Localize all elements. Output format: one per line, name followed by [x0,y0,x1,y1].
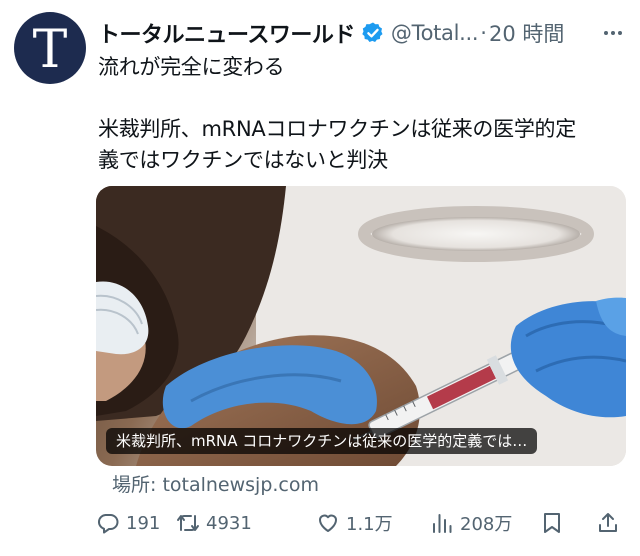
author-handle[interactable]: @Total... [391,21,479,45]
post-time[interactable]: 20 時間 [489,18,564,48]
avatar[interactable]: T [14,12,86,84]
post-text: 流れが完全に変わる [98,52,626,83]
action-bar: 191 4931 1.1万 208万 [96,506,626,540]
reply-button[interactable]: 191 [96,506,160,540]
vaccination-photo [96,186,626,466]
reply-icon [97,514,119,534]
headline-line-1: 米裁判所、mRNAコロナワクチンは従来の医学的定 [98,117,576,141]
post-text-line: 流れが完全に変わる [98,55,285,79]
views-count: 208万 [460,514,513,535]
repost-count: 4931 [206,512,252,534]
repost-button[interactable]: 4931 [176,506,252,540]
avatar-letter: T [32,20,68,80]
heart-icon [319,514,337,532]
views-button[interactable]: 208万 [430,506,512,540]
post-header: トータルニュースワールド @Total... · 20 時間 [98,16,626,50]
link-card[interactable]: 米裁判所、mRNA コロナワクチンは従来の医学的定義では… [96,186,626,466]
share-icon [599,513,617,532]
card-caption: 米裁判所、mRNA コロナワクチンは従来の医学的定義では… [106,428,538,454]
verified-badge-icon [362,22,383,42]
share-button[interactable] [596,506,620,540]
bookmark-button[interactable] [540,506,564,540]
separator-dot: · [480,21,487,45]
post-headline: 米裁判所、mRNAコロナワクチンは従来の医学的定 義ではワクチンではないと判決 [98,114,626,176]
reply-count: 191 [126,512,161,534]
bookmark-icon [544,513,560,533]
card-source[interactable]: 場所: totalnewsjp.com [112,470,319,497]
like-button[interactable]: 1.1万 [316,506,393,540]
more-options-icon[interactable] [600,21,626,45]
views-chart-icon [433,514,452,533]
repost-icon [177,515,199,531]
author-name[interactable]: トータルニュースワールド [98,17,355,49]
headline-line-2: 義ではワクチンではないと判決 [98,148,388,172]
like-count: 1.1万 [346,514,393,535]
